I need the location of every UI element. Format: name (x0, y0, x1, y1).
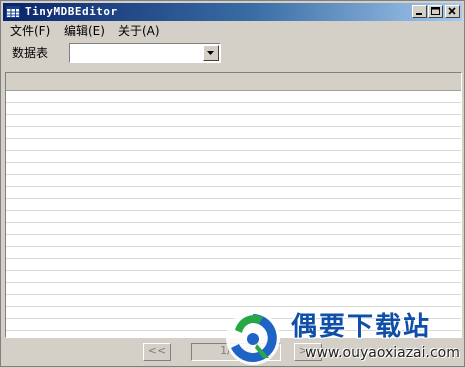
grid-header (6, 73, 461, 91)
menu-bar: 文件(F) 编辑(E) 关于(A) (3, 22, 462, 40)
chevron-down-icon (207, 51, 214, 55)
menu-edit[interactable]: 编辑(E) (64, 23, 105, 39)
prev-page-button[interactable]: << (143, 343, 171, 361)
app-window: TinyMDBEditor 文件(F) 编辑(E) 关于(A) 数据表 << >… (0, 0, 465, 367)
watermark-logo-icon (226, 311, 280, 365)
table-label: 数据表 (12, 46, 49, 60)
watermark-url: www.ouyaoxiazai.com (305, 345, 460, 361)
maximize-button[interactable] (428, 5, 443, 18)
watermark: 偶要下载站 www.ouyaoxiazai.com (223, 306, 465, 368)
table-select-dropdown-button[interactable] (203, 45, 219, 61)
minimize-button[interactable] (412, 5, 427, 18)
close-button[interactable] (445, 5, 460, 18)
table-app-icon (6, 6, 20, 18)
minimize-icon (416, 13, 422, 15)
close-icon (448, 7, 456, 15)
table-select[interactable] (69, 43, 221, 63)
title-bar[interactable]: TinyMDBEditor (3, 3, 462, 21)
watermark-title: 偶要下载站 (291, 312, 432, 342)
window-title: TinyMDBEditor (25, 5, 118, 18)
data-grid[interactable] (5, 72, 462, 338)
maximize-icon (431, 7, 440, 15)
grid-rows (6, 91, 461, 337)
menu-file[interactable]: 文件(F) (10, 23, 50, 39)
menu-about[interactable]: 关于(A) (118, 23, 160, 39)
